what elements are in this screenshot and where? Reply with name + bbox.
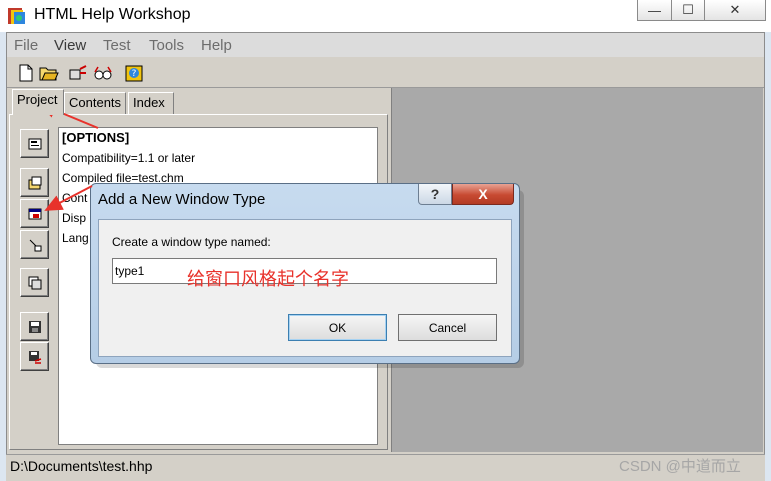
annotation-text: 给窗口风格起个名字: [187, 269, 349, 290]
change-options-button[interactable]: [20, 129, 49, 158]
map-section-button[interactable]: [20, 230, 49, 259]
tab-contents[interactable]: Contents: [64, 92, 126, 114]
editor-line: Lang: [62, 231, 89, 245]
editor-line: [OPTIONS]: [62, 130, 130, 145]
api-information-button[interactable]: [20, 268, 49, 297]
close-icon: X: [478, 186, 488, 202]
new-file-button[interactable]: [15, 62, 37, 84]
window-title: HTML Help Workshop: [34, 6, 191, 23]
cancel-button[interactable]: Cancel: [398, 314, 497, 341]
editor-line: Disp: [62, 211, 87, 225]
ok-button[interactable]: OK: [288, 314, 387, 341]
map-icon: [29, 239, 41, 251]
compile-button[interactable]: [67, 62, 89, 84]
window-type-label: Create a window type named:: [112, 235, 271, 249]
compile-icon: [69, 65, 87, 80]
add-window-definition-button[interactable]: [20, 199, 49, 228]
add-remove-topic-button[interactable]: [20, 168, 49, 197]
menu-test[interactable]: Test: [103, 37, 131, 54]
maximize-icon: ☐: [682, 2, 694, 17]
save-compile-icon: [28, 350, 41, 364]
new-file-icon: [19, 64, 33, 82]
minimize-icon: —: [648, 2, 661, 18]
watermark: CSDN @中道而立: [619, 458, 741, 475]
toolbar: [7, 58, 764, 88]
close-button[interactable]: ✕: [704, 0, 766, 21]
app-icon: [7, 6, 27, 26]
minimize-button[interactable]: —: [637, 0, 672, 21]
maximize-button[interactable]: ☐: [671, 0, 705, 21]
save-icon: [28, 320, 41, 333]
tab-project[interactable]: Project: [12, 89, 64, 115]
help-book-icon: ?: [125, 65, 143, 82]
menu-view[interactable]: View: [54, 37, 86, 54]
help-button[interactable]: ?: [123, 62, 145, 84]
save-compile-button[interactable]: [20, 342, 49, 371]
editor-line: Cont: [62, 191, 88, 205]
glasses-icon: [94, 66, 112, 80]
api-icon: [28, 276, 41, 289]
dialog-close-button[interactable]: X: [452, 184, 514, 205]
dialog-help-button[interactable]: ?: [418, 184, 452, 205]
open-file-button[interactable]: [38, 62, 60, 84]
save-project-button[interactable]: [20, 312, 49, 341]
menu-tools[interactable]: Tools: [149, 37, 184, 54]
close-icon: ✕: [729, 2, 741, 17]
dialog-title: Add a New Window Type: [98, 191, 266, 208]
open-folder-icon: [39, 67, 59, 81]
topic-files-icon: [28, 176, 41, 189]
question-icon: ?: [430, 186, 440, 202]
svg-text:?: ?: [132, 69, 137, 79]
window-definition-icon: [28, 208, 41, 219]
tab-index[interactable]: Index: [128, 92, 174, 114]
menu-help[interactable]: Help: [201, 37, 232, 54]
menu-file[interactable]: File: [14, 37, 38, 54]
options-icon: [28, 138, 41, 149]
editor-line: Compatibility=1.1 or later: [62, 151, 196, 165]
status-path: D:\Documents\test.hhp: [10, 458, 153, 474]
view-compiled-button[interactable]: [92, 62, 114, 84]
